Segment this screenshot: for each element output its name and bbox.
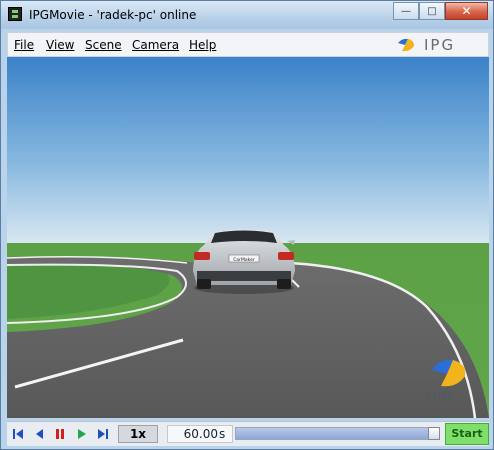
maximize-button[interactable]: □ [419,2,445,20]
playback-bar: 1x 60.00 s Start [7,421,489,446]
skip-end-button[interactable] [95,426,111,442]
3d-scene: CarMaker [7,57,489,418]
menu-camera[interactable]: Camera [132,38,179,52]
step-back-icon [36,429,43,439]
minimize-button[interactable]: — [393,2,419,20]
time-value: 60.00 [183,427,218,441]
close-button[interactable]: ✕ [445,2,488,20]
menu-help[interactable]: Help [189,38,216,52]
pause-button[interactable] [52,426,68,442]
menu-scene[interactable]: Scene [85,38,122,52]
timeline-handle[interactable] [428,427,440,440]
film-icon [8,7,22,21]
timeline-slider[interactable] [235,427,440,440]
speed-button[interactable]: 1x [118,425,158,443]
skip-start-icon [13,429,23,439]
sky [7,57,489,247]
corner-ipg-logo: IPG [427,356,469,408]
window-controls: — □ ✕ [393,2,488,20]
close-icon: ✕ [461,4,472,18]
scene-viewport[interactable]: CarMaker IPG [7,57,489,418]
ipg-watermark-icon [432,359,466,387]
ipg-logo-icon [398,38,414,52]
tail-light-right [278,252,294,260]
play-icon [78,429,86,439]
timeline-progress [236,428,433,439]
app-window: IPGMovie - 'radek-pc' online — □ ✕ File … [0,0,494,450]
start-button[interactable]: Start [445,423,489,445]
time-unit: s [219,427,226,441]
pause-icon [56,429,64,439]
skip-end-icon [98,429,108,439]
menu-view[interactable]: View [46,38,74,52]
maximize-icon: □ [427,5,437,17]
menu-bar: File View Scene Camera Help IPG [7,32,489,57]
menu-file[interactable]: File [14,38,34,52]
play-button[interactable] [74,426,90,442]
step-back-button[interactable] [31,426,47,442]
skip-start-button[interactable] [10,426,26,442]
minimize-icon: — [401,5,411,17]
tail-light-left [194,252,210,260]
ipg-logo: IPG [396,36,478,54]
title-bar[interactable]: IPGMovie - 'radek-pc' online — □ ✕ [1,1,493,29]
window-title: IPGMovie - 'radek-pc' online [29,8,197,22]
license-plate-text: CarMaker [233,257,255,263]
